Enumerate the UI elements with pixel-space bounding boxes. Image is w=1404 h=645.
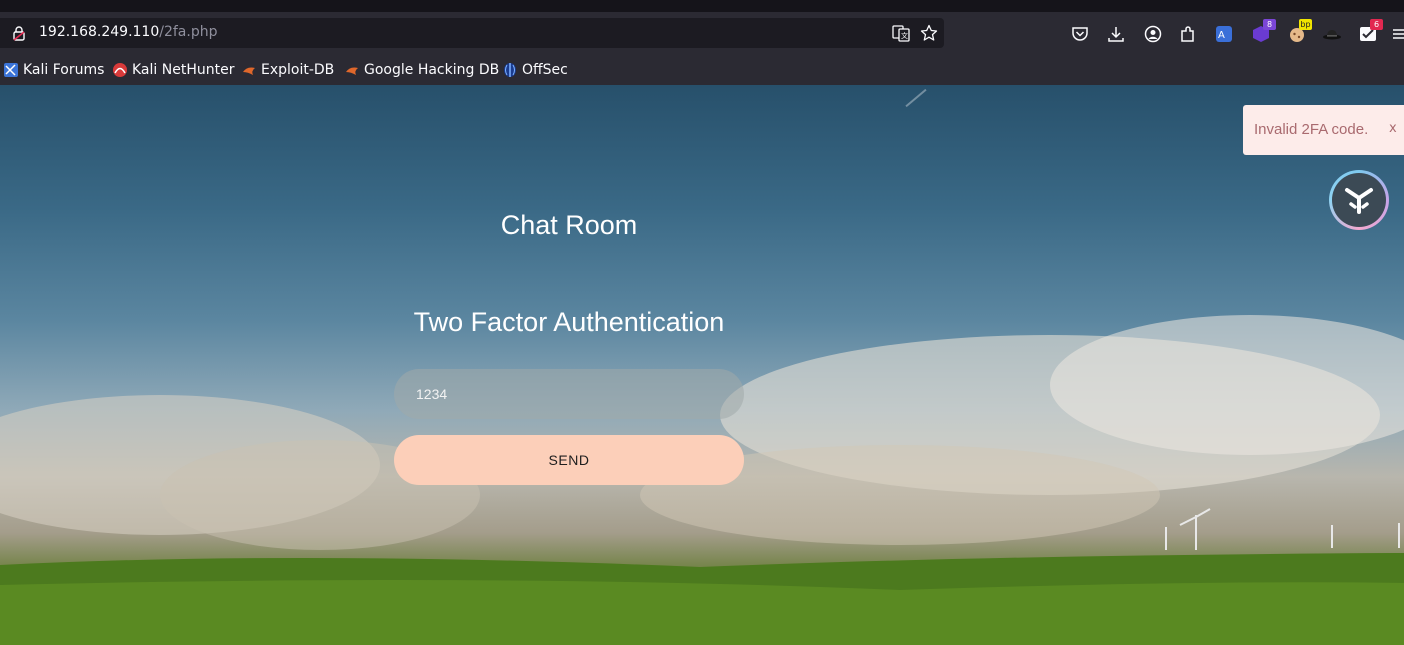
account-icon[interactable] xyxy=(1142,23,1164,45)
assistant-logo-icon xyxy=(1332,173,1386,227)
offsec-icon xyxy=(504,63,516,77)
downloads-icon[interactable] xyxy=(1105,23,1127,45)
toast-close-button[interactable]: x xyxy=(1389,121,1397,136)
lock-icon[interactable] xyxy=(12,25,26,41)
menu-icon[interactable] xyxy=(1388,23,1404,45)
bookmarks-toolbar: Kali Forums Kali NetHunter Exploit-DB Go… xyxy=(0,55,1404,85)
translate-icon[interactable]: 文 xyxy=(892,24,910,42)
hat-extension-icon[interactable] xyxy=(1321,23,1343,45)
bookmark-offsec[interactable]: OffSec xyxy=(502,60,568,80)
2fa-code-input[interactable] xyxy=(394,369,744,419)
notes-extension-icon[interactable]: 6 xyxy=(1357,19,1383,45)
bookmark-kali-forums[interactable]: Kali Forums xyxy=(3,60,104,80)
notification-count-badge: 6 xyxy=(1370,19,1383,30)
two-factor-heading: Two Factor Authentication xyxy=(413,307,725,337)
navigation-toolbar: 192.168.249.110/2fa.php 文 A 8 bp 6 xyxy=(0,12,1404,55)
landscape-background xyxy=(0,315,1404,645)
assistant-floating-button[interactable] xyxy=(1329,170,1389,230)
svg-text:A: A xyxy=(1218,30,1225,41)
send-button[interactable]: SEND xyxy=(394,435,744,485)
bookmark-label: Kali Forums xyxy=(23,62,105,78)
extension-count-badge: 8 xyxy=(1263,19,1276,30)
address-bar[interactable]: 192.168.249.110/2fa.php 文 xyxy=(0,18,944,48)
bookmark-star-icon[interactable] xyxy=(920,24,938,42)
translator-extension-icon[interactable]: A xyxy=(1213,23,1235,45)
bookmark-kali-nethunter[interactable]: Kali NetHunter xyxy=(112,60,234,80)
page-title: Chat Room xyxy=(500,210,638,240)
bookmark-exploit-db[interactable]: Exploit-DB xyxy=(241,60,334,80)
pocket-icon[interactable] xyxy=(1069,23,1091,45)
window-top-strip xyxy=(0,0,1404,12)
toast-message: Invalid 2FA code. xyxy=(1254,121,1369,138)
page-background: Invalid 2FA code. x Chat Room Two Factor… xyxy=(0,85,1404,645)
exploit-db-icon xyxy=(243,67,255,75)
extensions-icon[interactable] xyxy=(1177,23,1199,45)
ghdb-icon xyxy=(346,67,358,75)
bookmark-label: OffSec xyxy=(522,62,568,78)
url-path: /2fa.php xyxy=(159,24,218,40)
bookmark-label: Google Hacking DB xyxy=(364,62,500,78)
error-toast: Invalid 2FA code. x xyxy=(1243,105,1404,155)
bookmark-google-hacking-db[interactable]: Google Hacking DB xyxy=(344,60,499,80)
url-host: 192.168.249.110 xyxy=(39,24,160,40)
bookmark-label: Exploit-DB xyxy=(261,62,335,78)
cube-extension-icon[interactable]: 8 xyxy=(1250,19,1276,45)
kali-nethunter-icon xyxy=(113,63,127,77)
bp-badge: bp xyxy=(1299,19,1312,30)
svg-text:文: 文 xyxy=(901,31,908,40)
cookie-extension-icon[interactable]: bp xyxy=(1286,19,1312,45)
kali-forums-icon xyxy=(4,63,18,77)
url-text[interactable]: 192.168.249.110/2fa.php xyxy=(39,24,217,40)
bookmark-label: Kali NetHunter xyxy=(132,62,235,78)
